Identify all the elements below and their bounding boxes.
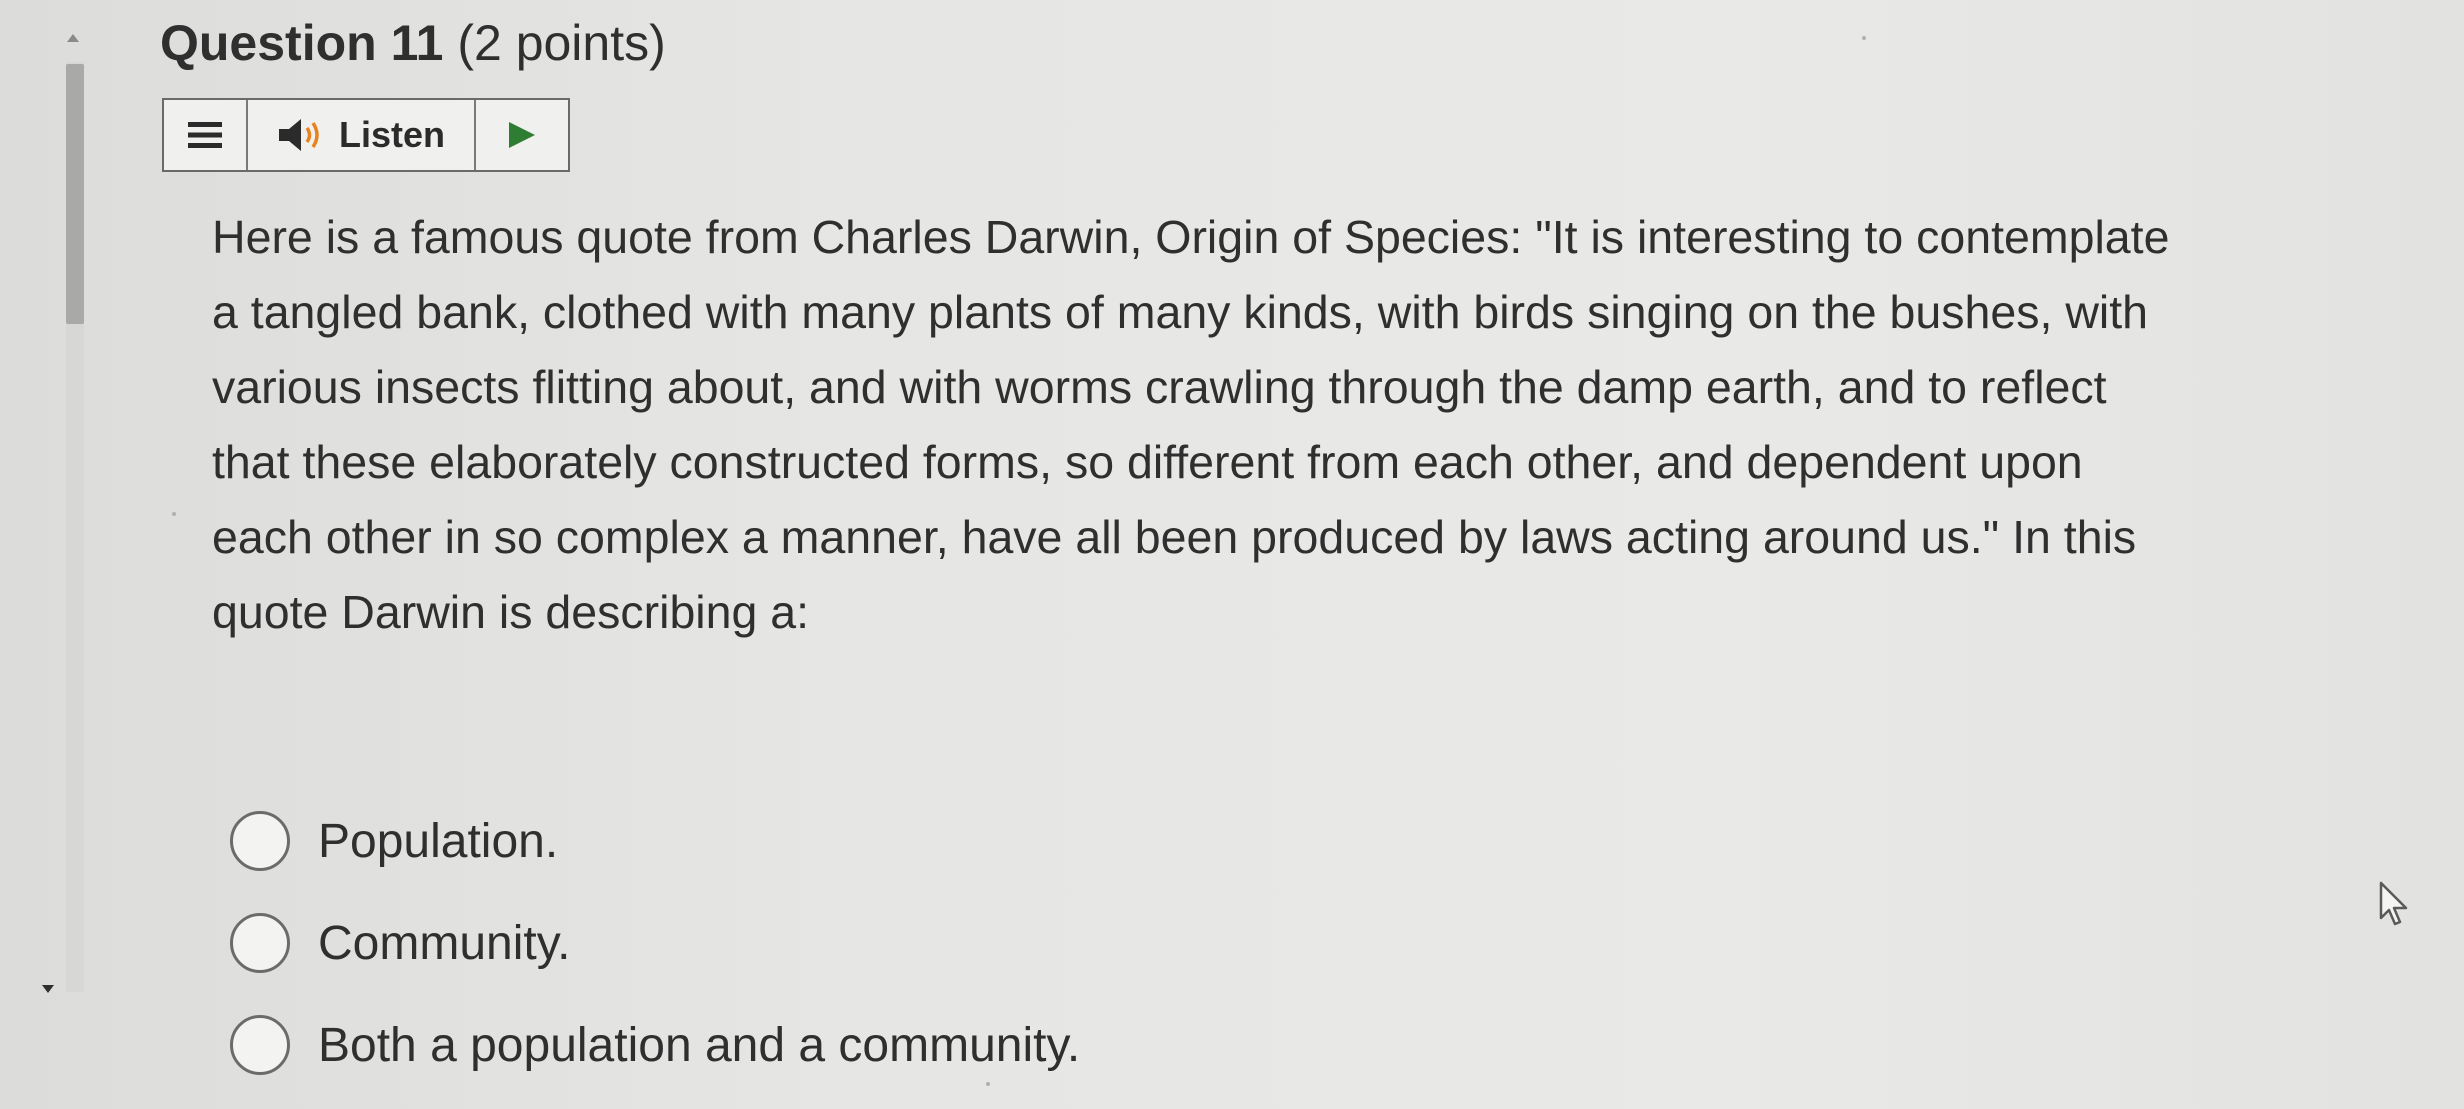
hamburger-menu-icon (188, 122, 222, 148)
option-community[interactable]: Community. (230, 892, 1080, 994)
radio-button[interactable] (230, 1015, 290, 1075)
scroll-thumb[interactable] (66, 64, 84, 324)
screen-speck (1862, 36, 1866, 40)
option-population[interactable]: Population. (230, 790, 1080, 892)
radio-button[interactable] (230, 913, 290, 973)
listen-toolbar: Listen (162, 98, 570, 172)
radio-button[interactable] (230, 811, 290, 871)
scroll-down-arrow-icon[interactable] (42, 985, 54, 993)
option-label: Both a population and a community. (318, 1018, 1081, 1072)
scroll-up-arrow-icon[interactable] (67, 34, 79, 42)
listen-menu-button[interactable] (164, 100, 248, 170)
play-icon (509, 122, 535, 148)
speaker-icon (278, 119, 319, 151)
question-title: Question 11 (2 points) (160, 8, 666, 78)
option-label: Population. (318, 814, 559, 868)
option-label: Community. (318, 916, 571, 970)
option-both[interactable]: Both a population and a community. (230, 994, 1080, 1096)
scrollbar[interactable] (60, 20, 90, 1020)
listen-label: Listen (338, 114, 445, 155)
play-button[interactable] (476, 100, 568, 170)
screen-speck (172, 512, 176, 516)
mouse-pointer-icon (2379, 881, 2408, 926)
question-points: (2 points) (457, 15, 666, 71)
question-number: Question 11 (160, 15, 444, 71)
screen-speck (986, 1082, 990, 1086)
listen-button[interactable]: Listen (248, 100, 476, 170)
quiz-page: Question 11 (2 points) Listen Here is a … (0, 0, 2464, 1109)
question-text: Here is a famous quote from Charles Darw… (212, 211, 2170, 638)
answer-options: Population. Community. Both a population… (230, 790, 1080, 1096)
